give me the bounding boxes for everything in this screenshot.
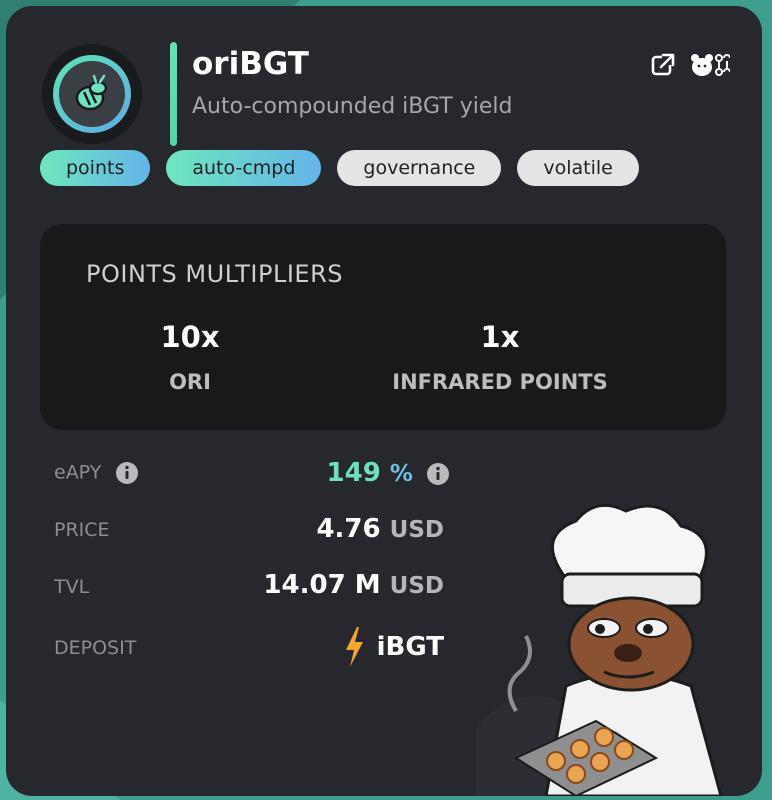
bee-logo-icon xyxy=(75,74,108,111)
chef-mascot-image xyxy=(476,503,723,796)
multiplier-ori: 10x ORI xyxy=(140,320,240,394)
bear-chain-icon[interactable] xyxy=(690,52,730,78)
deposit-label: DEPOSIT xyxy=(54,637,137,659)
external-link-icon[interactable] xyxy=(650,52,676,78)
vault-logo xyxy=(42,44,142,144)
tag-points: points xyxy=(40,150,151,186)
eapy-label: eAPY xyxy=(54,461,102,484)
tag-volatile: volatile xyxy=(517,150,639,186)
multiplier-label: ORI xyxy=(169,370,211,394)
multiplier-value: 10x xyxy=(160,320,220,354)
info-icon[interactable] xyxy=(426,462,450,486)
multiplier-value: 1x xyxy=(480,320,520,354)
tvl-label: TVL xyxy=(54,576,90,598)
price-label: PRICE xyxy=(54,519,110,541)
tvl-value: 14.07 M USD xyxy=(263,570,444,600)
title-accent-bar xyxy=(170,42,177,146)
vault-title: oriBGT xyxy=(192,46,309,82)
multiplier-infrared: 1x INFRARED POINTS xyxy=(370,320,630,394)
points-multipliers-panel: POINTS MULTIPLIERS 10x ORI 1x INFRARED P… xyxy=(40,224,726,430)
eapy-label-row: eAPY xyxy=(54,461,139,485)
vault-description: Auto-compounded iBGT yield xyxy=(192,94,513,119)
tag-auto-cmpd: auto-cmpd xyxy=(166,150,322,186)
info-icon[interactable] xyxy=(115,461,139,485)
vault-card: oriBGT Auto-compounded iBGT yield points… xyxy=(6,6,762,796)
tag-governance: governance xyxy=(337,150,502,186)
lightning-icon xyxy=(345,627,363,667)
price-value: 4.76 USD xyxy=(316,514,444,544)
header-actions xyxy=(650,52,730,78)
points-multipliers-title: POINTS MULTIPLIERS xyxy=(86,260,343,288)
deposit-token[interactable]: iBGT xyxy=(343,626,444,668)
eapy-value: 149 % xyxy=(327,458,450,488)
vault-tags: points auto-cmpd governance volatile xyxy=(40,150,639,186)
multiplier-label: INFRARED POINTS xyxy=(392,370,608,394)
